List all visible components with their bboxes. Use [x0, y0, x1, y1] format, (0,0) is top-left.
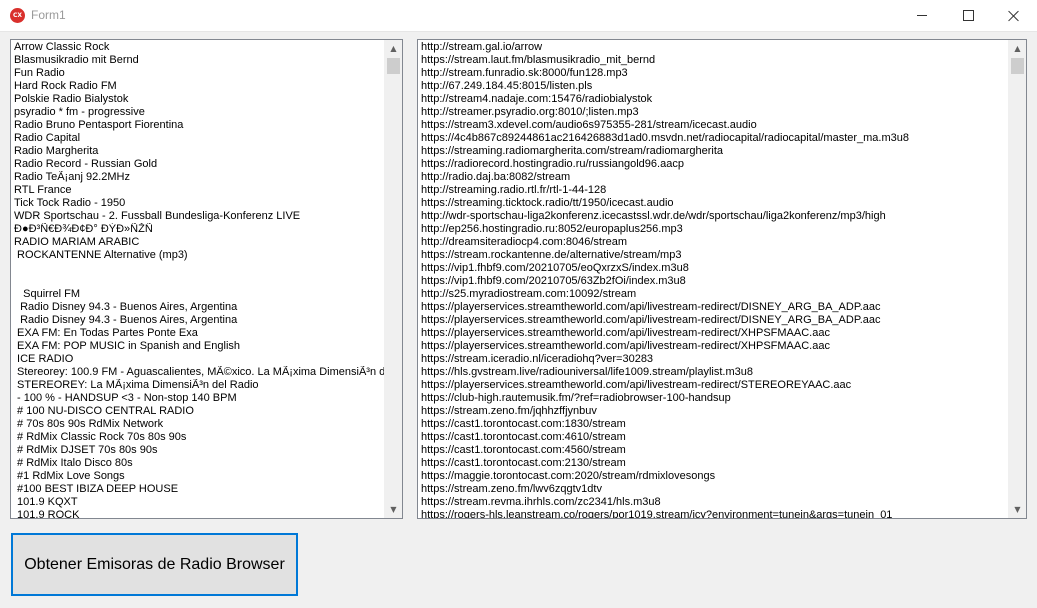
station-list-item[interactable]: Tick Tock Radio - 1950	[11, 197, 385, 210]
station-list-item[interactable]: 101.9 KQXT	[11, 496, 385, 509]
station-list-item[interactable]: Polskie Radio Bialystok	[11, 93, 385, 106]
url-list-item[interactable]: https://streaming.ticktock.radio/tt/1950…	[418, 197, 1009, 210]
station-list-item[interactable]: ICE RADIO	[11, 353, 385, 366]
station-list-item[interactable]: psyradio * fm - progressive	[11, 106, 385, 119]
station-list-item[interactable]: # RdMix DJSET 70s 80s 90s	[11, 444, 385, 457]
station-list-item[interactable]: Arrow Classic Rock	[11, 41, 385, 54]
app-icon: CX	[10, 8, 25, 23]
window-title: Form1	[31, 8, 66, 22]
station-list-item[interactable]: Squirrel FM	[11, 288, 385, 301]
url-list-item[interactable]: https://vip1.fhbf9.com/20210705/eoQxrzxS…	[418, 262, 1009, 275]
station-list-item[interactable]	[11, 275, 385, 288]
station-urls-listbox[interactable]: http://stream.gal.io/arrow https://stream…	[417, 39, 1027, 519]
scroll-thumb[interactable]	[1011, 58, 1024, 74]
url-list-item[interactable]: https://hls.gvstream.live/radiouniversal…	[418, 366, 1009, 379]
station-list-item[interactable]: EXA FM: POP MUSIC in Spanish and English	[11, 340, 385, 353]
url-list-item[interactable]: https://maggie.torontocast.com:2020/stre…	[418, 470, 1009, 483]
url-list-item[interactable]: http://wdr-sportschau-liga2konferenz.ice…	[418, 210, 1009, 223]
url-list-item[interactable]: https://radiorecord.hostingradio.ru/russ…	[418, 158, 1009, 171]
url-list-item[interactable]: https://playerservices.streamtheworld.co…	[418, 340, 1009, 353]
url-list-item[interactable]: https://club-high.rautemusik.fm/?ref=rad…	[418, 392, 1009, 405]
station-list-item[interactable]: Radio Record - Russian Gold	[11, 158, 385, 171]
url-list-item[interactable]: https://rogers-hls.leanstream.co/rogers/…	[418, 509, 1009, 518]
station-urls-scrollbar[interactable]: ▲ ▼	[1008, 40, 1026, 518]
station-list-item[interactable]: Radio Disney 94.3 - Buenos Aires, Argent…	[11, 314, 385, 327]
url-list-item[interactable]: https://playerservices.streamtheworld.co…	[418, 327, 1009, 340]
station-list-item[interactable]: #100 BEST IBIZA DEEP HOUSE	[11, 483, 385, 496]
url-list-item[interactable]: https://playerservices.streamtheworld.co…	[418, 301, 1009, 314]
url-list-item[interactable]: https://playerservices.streamtheworld.co…	[418, 314, 1009, 327]
url-list-item[interactable]: https://stream.iceradio.nl/iceradiohq?ve…	[418, 353, 1009, 366]
station-list-item[interactable]: Radio Margherita	[11, 145, 385, 158]
fetch-stations-button[interactable]: Obtener Emisoras de Radio Browser	[11, 533, 298, 596]
scroll-down-arrow-icon[interactable]: ▼	[385, 501, 402, 518]
station-list-item[interactable]: Ð●Ð³Ñ€Ð¾Ð¢Ð° ÐÝÐ»ÑŽÑ	[11, 223, 385, 236]
station-list-item[interactable]: Fun Radio	[11, 67, 385, 80]
url-list-item[interactable]: https://stream.rockantenne.de/alternativ…	[418, 249, 1009, 262]
station-list-item[interactable]: Stereorey: 100.9 FM - Aguascalientes, MÃ…	[11, 366, 385, 379]
station-list-item[interactable]: Radio Bruno Pentasport Fiorentina	[11, 119, 385, 132]
station-list-item[interactable]: RTL France	[11, 184, 385, 197]
station-list-item[interactable]: # 100 NU-DISCO CENTRAL RADIO	[11, 405, 385, 418]
station-list-item[interactable]: RADIO MARIAM ARABIC	[11, 236, 385, 249]
url-list-item[interactable]: https://cast1.torontocast.com:4560/strea…	[418, 444, 1009, 457]
station-list-item[interactable]: ROCKANTENNE Alternative (mp3)	[11, 249, 385, 262]
station-urls-items: http://stream.gal.io/arrow https://stream…	[418, 41, 1009, 518]
url-list-item[interactable]: http://streaming.radio.rtl.fr/rtl-1-44-1…	[418, 184, 1009, 197]
title-bar: CX Form1	[0, 0, 1037, 32]
close-button[interactable]	[991, 0, 1037, 31]
station-list-item[interactable]: # RdMix Italo Disco 80s	[11, 457, 385, 470]
station-list-item[interactable]: Hard Rock Radio FM	[11, 80, 385, 93]
maximize-icon	[962, 10, 974, 21]
url-list-item[interactable]: https://stream.laut.fm/blasmusikradio_mi…	[418, 54, 1009, 67]
station-list-item[interactable]: Blasmusikradio mit Bernd	[11, 54, 385, 67]
station-list-item[interactable]: 101.9 ROCK	[11, 509, 385, 518]
url-list-item[interactable]: http://streamer.psyradio.org:8010/;liste…	[418, 106, 1009, 119]
url-list-item[interactable]: http://radio.daj.ba:8082/stream	[418, 171, 1009, 184]
url-list-item[interactable]: http://stream4.nadaje.com:15476/radiobia…	[418, 93, 1009, 106]
minimize-button[interactable]	[899, 0, 945, 31]
scroll-up-arrow-icon[interactable]: ▲	[1009, 40, 1026, 57]
url-list-item[interactable]: http://dreamsiteradiocp4.com:8046/stream	[418, 236, 1009, 249]
station-list-item[interactable]	[11, 262, 385, 275]
scroll-thumb[interactable]	[387, 58, 400, 74]
station-list-item[interactable]: STEREOREY: La MÃ¡xima DimensiÃ³n del Rad…	[11, 379, 385, 392]
maximize-button[interactable]	[945, 0, 991, 31]
url-list-item[interactable]: https://stream.zeno.fm/jqhhzffjynbuv	[418, 405, 1009, 418]
station-names-scrollbar[interactable]: ▲ ▼	[384, 40, 402, 518]
station-list-item[interactable]: Radio Disney 94.3 - Buenos Aires, Argent…	[11, 301, 385, 314]
station-list-item[interactable]: EXA FM: En Todas Partes Ponte Exa	[11, 327, 385, 340]
url-list-item[interactable]: https://stream.revma.ihrhls.com/zc2341/h…	[418, 496, 1009, 509]
station-list-item[interactable]: WDR Sportschau - 2. Fussball Bundesliga-…	[11, 210, 385, 223]
station-list-item[interactable]: Radio Capital	[11, 132, 385, 145]
url-list-item[interactable]: https://cast1.torontocast.com:1830/strea…	[418, 418, 1009, 431]
url-list-item[interactable]: http://stream.funradio.sk:8000/fun128.mp…	[418, 67, 1009, 80]
station-list-item[interactable]: Radio TeÃ¡anj 92.2MHz	[11, 171, 385, 184]
station-list-item[interactable]: # 70s 80s 90s RdMix Network	[11, 418, 385, 431]
url-list-item[interactable]: https://vip1.fhbf9.com/20210705/63Zb2fOi…	[418, 275, 1009, 288]
minimize-icon	[917, 15, 927, 16]
url-list-item[interactable]: https://playerservices.streamtheworld.co…	[418, 379, 1009, 392]
url-list-item[interactable]: https://stream.zeno.fm/lwv6zqgtv1dtv	[418, 483, 1009, 496]
scroll-up-arrow-icon[interactable]: ▲	[385, 40, 402, 57]
url-list-item[interactable]: http://ep256.hostingradio.ru:8052/europa…	[418, 223, 1009, 236]
station-names-listbox[interactable]: Arrow Classic Rock Blasmusikradio mit Ber…	[10, 39, 403, 519]
url-list-item[interactable]: https://4c4b867c89244861ac216426883d1ad0…	[418, 132, 1009, 145]
url-list-item[interactable]: http://67.249.184.45:8015/listen.pls	[418, 80, 1009, 93]
station-list-item[interactable]: - 100 % - HANDSUP <3 - Non-stop 140 BPM	[11, 392, 385, 405]
url-list-item[interactable]: https://streaming.radiomargherita.com/st…	[418, 145, 1009, 158]
station-list-item[interactable]: # RdMix Classic Rock 70s 80s 90s	[11, 431, 385, 444]
url-list-item[interactable]: https://cast1.torontocast.com:4610/strea…	[418, 431, 1009, 444]
url-list-item[interactable]: https://cast1.torontocast.com:2130/strea…	[418, 457, 1009, 470]
url-list-item[interactable]: http://s25.myradiostream.com:10092/strea…	[418, 288, 1009, 301]
url-list-item[interactable]: https://stream3.xdevel.com/audio6s975355…	[418, 119, 1009, 132]
scroll-down-arrow-icon[interactable]: ▼	[1009, 501, 1026, 518]
url-list-item[interactable]: http://stream.gal.io/arrow	[418, 41, 1009, 54]
station-names-items: Arrow Classic Rock Blasmusikradio mit Ber…	[11, 41, 385, 518]
close-icon	[1008, 10, 1020, 22]
station-list-item[interactable]: #1 RdMix Love Songs	[11, 470, 385, 483]
